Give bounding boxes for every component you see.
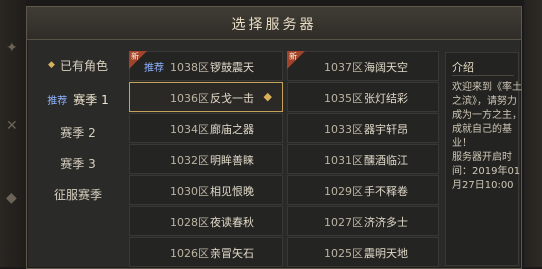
server-item[interactable]: 1027区 济济多士: [287, 206, 439, 236]
server-name: 张灯结彩: [364, 92, 408, 105]
server-name: 锣鼓震天: [210, 61, 254, 74]
server-name: 手不释卷: [364, 185, 408, 198]
info-body: 欢迎来到《率土之滨》，请努力成为一方之主，成就自己的基业！ 服务器开启时间：20…: [452, 82, 522, 191]
server-number: 1027区: [324, 216, 363, 229]
new-badge-label: 新: [289, 52, 297, 61]
info-heading: 介绍: [452, 61, 474, 74]
server-select-dialog: 选择服务器 ◆ 已有角色 推荐 赛季 1 赛季 2 赛季 3 征服赛季 新 推荐…: [26, 6, 522, 269]
server-number: 1034区: [170, 123, 209, 136]
server-number: 1035区: [324, 92, 363, 105]
server-item-selected[interactable]: 1036区 反戈一击 ◆: [129, 82, 283, 112]
background-left: ✦ ✕ ◆: [0, 0, 26, 267]
background-right: [524, 0, 542, 267]
server-name: 亲冒矢石: [210, 247, 254, 260]
category-season-1[interactable]: 推荐 赛季 1: [35, 87, 121, 111]
category-season-2[interactable]: 赛季 2: [35, 120, 121, 144]
new-badge-label: 新: [131, 52, 139, 61]
server-item[interactable]: 1028区 夜读春秋: [129, 206, 283, 236]
server-number: 1036区: [170, 92, 209, 105]
category-conquest-season[interactable]: 征服赛季: [35, 182, 121, 206]
server-item[interactable]: 1033区 器宇轩昂: [287, 113, 439, 143]
character-icon: ◆: [263, 90, 272, 103]
category-label: 赛季 1: [73, 92, 109, 107]
server-item[interactable]: 1029区 手不释卷: [287, 175, 439, 205]
server-name: 反戈一击: [210, 92, 254, 105]
server-name: 廊庙之器: [210, 123, 254, 136]
category-label: 赛季 2: [60, 125, 96, 140]
server-item[interactable]: 新 推荐 1038区 锣鼓震天: [129, 51, 283, 81]
server-name: 明眸善睐: [210, 154, 254, 167]
server-number: 1026区: [170, 247, 209, 260]
server-name: 相见恨晚: [210, 185, 254, 198]
server-number: 1037区: [324, 61, 363, 74]
divider: [452, 75, 514, 76]
server-name: 夜读春秋: [210, 216, 254, 229]
diamond-icon: ◆: [48, 60, 55, 70]
dialog-title: 选择服务器: [231, 17, 317, 33]
server-name: 海阔天空: [364, 61, 408, 74]
category-season-3[interactable]: 赛季 3: [35, 151, 121, 175]
category-label: 征服赛季: [53, 187, 102, 202]
category-existing-characters[interactable]: ◆ 已有角色: [35, 53, 121, 77]
recommend-tag: 推荐: [144, 63, 164, 74]
server-item[interactable]: 1026区 亲冒矢石: [129, 237, 283, 267]
category-label: 已有角色: [59, 58, 108, 73]
server-item[interactable]: 1030区 相见恨晚: [129, 175, 283, 205]
server-number: 1038区: [170, 61, 209, 74]
server-item[interactable]: 1035区 张灯结彩: [287, 82, 439, 112]
server-name: 济济多士: [364, 216, 408, 229]
decor-icon: ✦: [6, 40, 18, 56]
server-number: 1029区: [324, 185, 363, 198]
server-item[interactable]: 1031区 醺酒临江: [287, 144, 439, 174]
category-label: 赛季 3: [60, 156, 96, 171]
server-item[interactable]: 新 1037区 海阔天空: [287, 51, 439, 81]
server-name: 醺酒临江: [364, 154, 408, 167]
server-name: 震明天地: [364, 247, 408, 260]
server-number: 1025区: [324, 247, 363, 260]
server-number: 1028区: [170, 216, 209, 229]
decor-icon: ✕: [6, 118, 18, 134]
server-name: 器宇轩昂: [364, 123, 408, 136]
server-number: 1032区: [170, 154, 209, 167]
server-info-panel: 介绍 欢迎来到《率土之滨》，请努力成为一方之主，成就自己的基业！ 服务器开启时间…: [445, 52, 522, 266]
title-bar: 选择服务器: [27, 7, 521, 40]
recommend-tag: 推荐: [47, 95, 68, 107]
server-item[interactable]: 1025区 震明天地: [287, 237, 439, 267]
server-number: 1031区: [324, 154, 363, 167]
server-item[interactable]: 1034区 廊庙之器: [129, 113, 283, 143]
decor-icon: ◆: [6, 190, 17, 206]
server-number: 1030区: [170, 185, 209, 198]
server-item[interactable]: 1032区 明眸善睐: [129, 144, 283, 174]
server-number: 1033区: [324, 123, 363, 136]
